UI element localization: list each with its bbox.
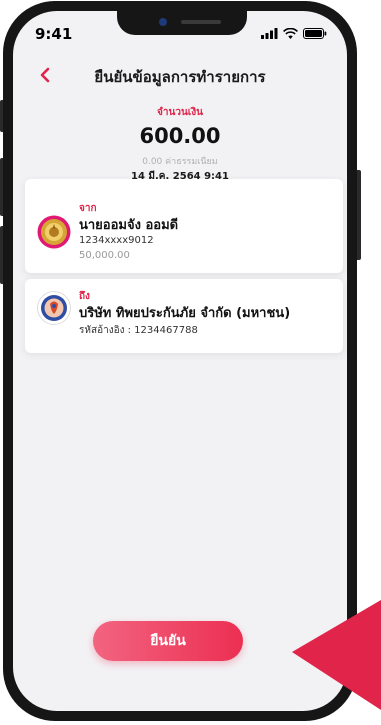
camera-icon <box>159 18 167 26</box>
confirm-button[interactable]: ยืนยัน <box>93 621 243 661</box>
from-balance: 50,000.00 <box>79 250 130 261</box>
status-time: 9:41 <box>35 25 73 43</box>
from-name: นายออมจัง ออมดี <box>79 218 179 233</box>
bank-seal-icon <box>37 215 71 249</box>
insurer-logo-icon <box>37 291 71 325</box>
amount-section: จำนวนเงิน 600.00 0.00 ค่าธรรมเนียม 14 มี… <box>13 105 347 184</box>
from-account-number: 1234xxxx9012 <box>79 235 154 246</box>
to-reference: รหัสอ้างอิง : 1234467788 <box>79 325 198 336</box>
pointer-arrow-icon <box>292 600 381 710</box>
signal-icon <box>261 28 278 39</box>
speaker-grille <box>181 20 221 24</box>
amount-label: จำนวนเงิน <box>157 107 203 118</box>
status-icons <box>261 28 327 39</box>
header: ยืนยันข้อมูลการทำรายการ <box>13 55 347 95</box>
wifi-icon <box>283 28 298 39</box>
amount-value: 600.00 <box>139 124 221 148</box>
battery-icon <box>303 28 327 39</box>
fee-text: 0.00 ค่าธรรมเนียม <box>142 157 218 167</box>
notch <box>117 11 247 35</box>
to-account-card: ถึง บริษัท ทิพยประกันภัย จำกัด (มหาชน) ร… <box>25 279 343 353</box>
from-account-card: จาก นายออมจัง ออมดี 1234xxxx9012 50,000.… <box>25 179 343 273</box>
to-name: บริษัท ทิพยประกันภัย จำกัด (มหาชน) <box>79 306 291 321</box>
page-title: ยืนยันข้อมูลการทำรายการ <box>94 68 266 86</box>
